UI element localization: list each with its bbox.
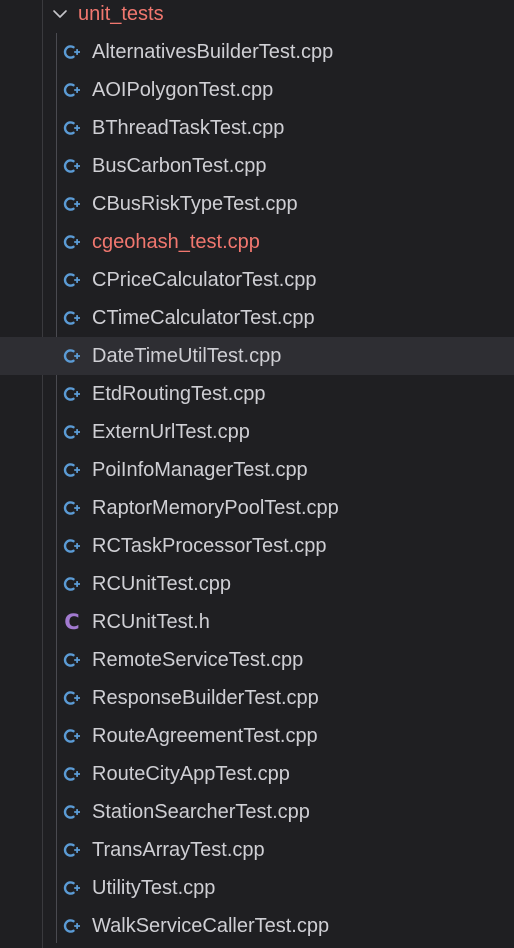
file-item[interactable]: RouteCityAppTest.cpp xyxy=(0,755,514,793)
file-item[interactable]: CTimeCalculatorTest.cpp xyxy=(0,299,514,337)
file-name: TransArrayTest.cpp xyxy=(92,839,265,861)
file-name: RemoteServiceTest.cpp xyxy=(92,649,304,671)
file-item[interactable]: C RCUnitTest.h xyxy=(0,603,514,641)
cpp-file-icon xyxy=(62,194,82,214)
file-name: cgeohash_test.cpp xyxy=(92,231,260,253)
file-item[interactable]: RouteAgreementTest.cpp xyxy=(0,717,514,755)
file-name: ResponseBuilderTest.cpp xyxy=(92,687,319,709)
file-name: AlternativesBuilderTest.cpp xyxy=(92,41,334,63)
cpp-file-icon xyxy=(62,80,82,100)
folder-unit-tests[interactable]: unit_tests xyxy=(0,0,514,28)
file-item[interactable]: EtdRoutingTest.cpp xyxy=(0,375,514,413)
file-name: DateTimeUtilTest.cpp xyxy=(92,345,282,367)
file-list: AlternativesBuilderTest.cpp AOIPolygonTes… xyxy=(0,33,514,945)
file-item[interactable]: CBusRiskTypeTest.cpp xyxy=(0,185,514,223)
cpp-file-icon xyxy=(62,384,82,404)
file-item[interactable]: BThreadTaskTest.cpp xyxy=(0,109,514,147)
cpp-file-icon xyxy=(62,840,82,860)
file-name: WalkServiceCallerTest.cpp xyxy=(92,915,330,937)
file-item[interactable]: WalkServiceCallerTest.cpp xyxy=(0,907,514,945)
cpp-file-icon xyxy=(62,536,82,556)
cpp-file-icon xyxy=(62,764,82,784)
file-item[interactable]: TransArrayTest.cpp xyxy=(0,831,514,869)
cpp-file-icon xyxy=(62,346,82,366)
file-name: RouteCityAppTest.cpp xyxy=(92,763,290,785)
cpp-file-icon xyxy=(62,270,82,290)
file-name: CTimeCalculatorTest.cpp xyxy=(92,307,315,329)
file-item[interactable]: RCUnitTest.cpp xyxy=(0,565,514,603)
cpp-file-icon xyxy=(62,460,82,480)
file-name: RCUnitTest.h xyxy=(92,611,210,633)
cpp-file-icon xyxy=(62,422,82,442)
file-name: ExternUrlTest.cpp xyxy=(92,421,250,443)
file-item[interactable]: CPriceCalculatorTest.cpp xyxy=(0,261,514,299)
file-explorer-tree: unit_tests AlternativesBuilderTest.cpp AO… xyxy=(0,0,514,948)
file-item[interactable]: StationSearcherTest.cpp xyxy=(0,793,514,831)
cpp-file-icon xyxy=(62,574,82,594)
cpp-file-icon xyxy=(62,916,82,936)
file-item[interactable]: BusCarbonTest.cpp xyxy=(0,147,514,185)
file-item[interactable]: AlternativesBuilderTest.cpp xyxy=(0,33,514,71)
file-name: BusCarbonTest.cpp xyxy=(92,155,267,177)
file-name: EtdRoutingTest.cpp xyxy=(92,383,266,405)
cpp-file-icon xyxy=(62,650,82,670)
chevron-down-icon[interactable] xyxy=(50,4,70,24)
file-item[interactable]: ExternUrlTest.cpp xyxy=(0,413,514,451)
file-name: StationSearcherTest.cpp xyxy=(92,801,310,823)
file-name: RaptorMemoryPoolTest.cpp xyxy=(92,497,339,519)
file-item[interactable]: cgeohash_test.cpp xyxy=(0,223,514,261)
file-name: RCTaskProcessorTest.cpp xyxy=(92,535,327,557)
cpp-file-icon xyxy=(62,688,82,708)
file-item[interactable]: RaptorMemoryPoolTest.cpp xyxy=(0,489,514,527)
folder-label: unit_tests xyxy=(78,3,164,25)
file-name: BThreadTaskTest.cpp xyxy=(92,117,285,139)
file-name: RouteAgreementTest.cpp xyxy=(92,725,318,747)
cpp-file-icon xyxy=(62,498,82,518)
file-name: RCUnitTest.cpp xyxy=(92,573,231,595)
file-name: PoiInfoManagerTest.cpp xyxy=(92,459,308,481)
cpp-file-icon xyxy=(62,802,82,822)
file-name: CPriceCalculatorTest.cpp xyxy=(92,269,317,291)
file-name: UtilityTest.cpp xyxy=(92,877,216,899)
cpp-file-icon xyxy=(62,308,82,328)
file-item[interactable]: PoiInfoManagerTest.cpp xyxy=(0,451,514,489)
file-item[interactable]: RCTaskProcessorTest.cpp xyxy=(0,527,514,565)
cpp-file-icon xyxy=(62,156,82,176)
file-name: CBusRiskTypeTest.cpp xyxy=(92,193,298,215)
cpp-file-icon xyxy=(62,118,82,138)
file-item[interactable]: UtilityTest.cpp xyxy=(0,869,514,907)
c-header-file-icon: C xyxy=(64,610,80,634)
file-item[interactable]: RemoteServiceTest.cpp xyxy=(0,641,514,679)
file-name: AOIPolygonTest.cpp xyxy=(92,79,274,101)
cpp-file-icon xyxy=(62,878,82,898)
file-item[interactable]: DateTimeUtilTest.cpp xyxy=(0,337,514,375)
cpp-file-icon xyxy=(62,232,82,252)
file-item[interactable]: ResponseBuilderTest.cpp xyxy=(0,679,514,717)
cpp-file-icon xyxy=(62,726,82,746)
file-item[interactable]: AOIPolygonTest.cpp xyxy=(0,71,514,109)
cpp-file-icon xyxy=(62,42,82,62)
